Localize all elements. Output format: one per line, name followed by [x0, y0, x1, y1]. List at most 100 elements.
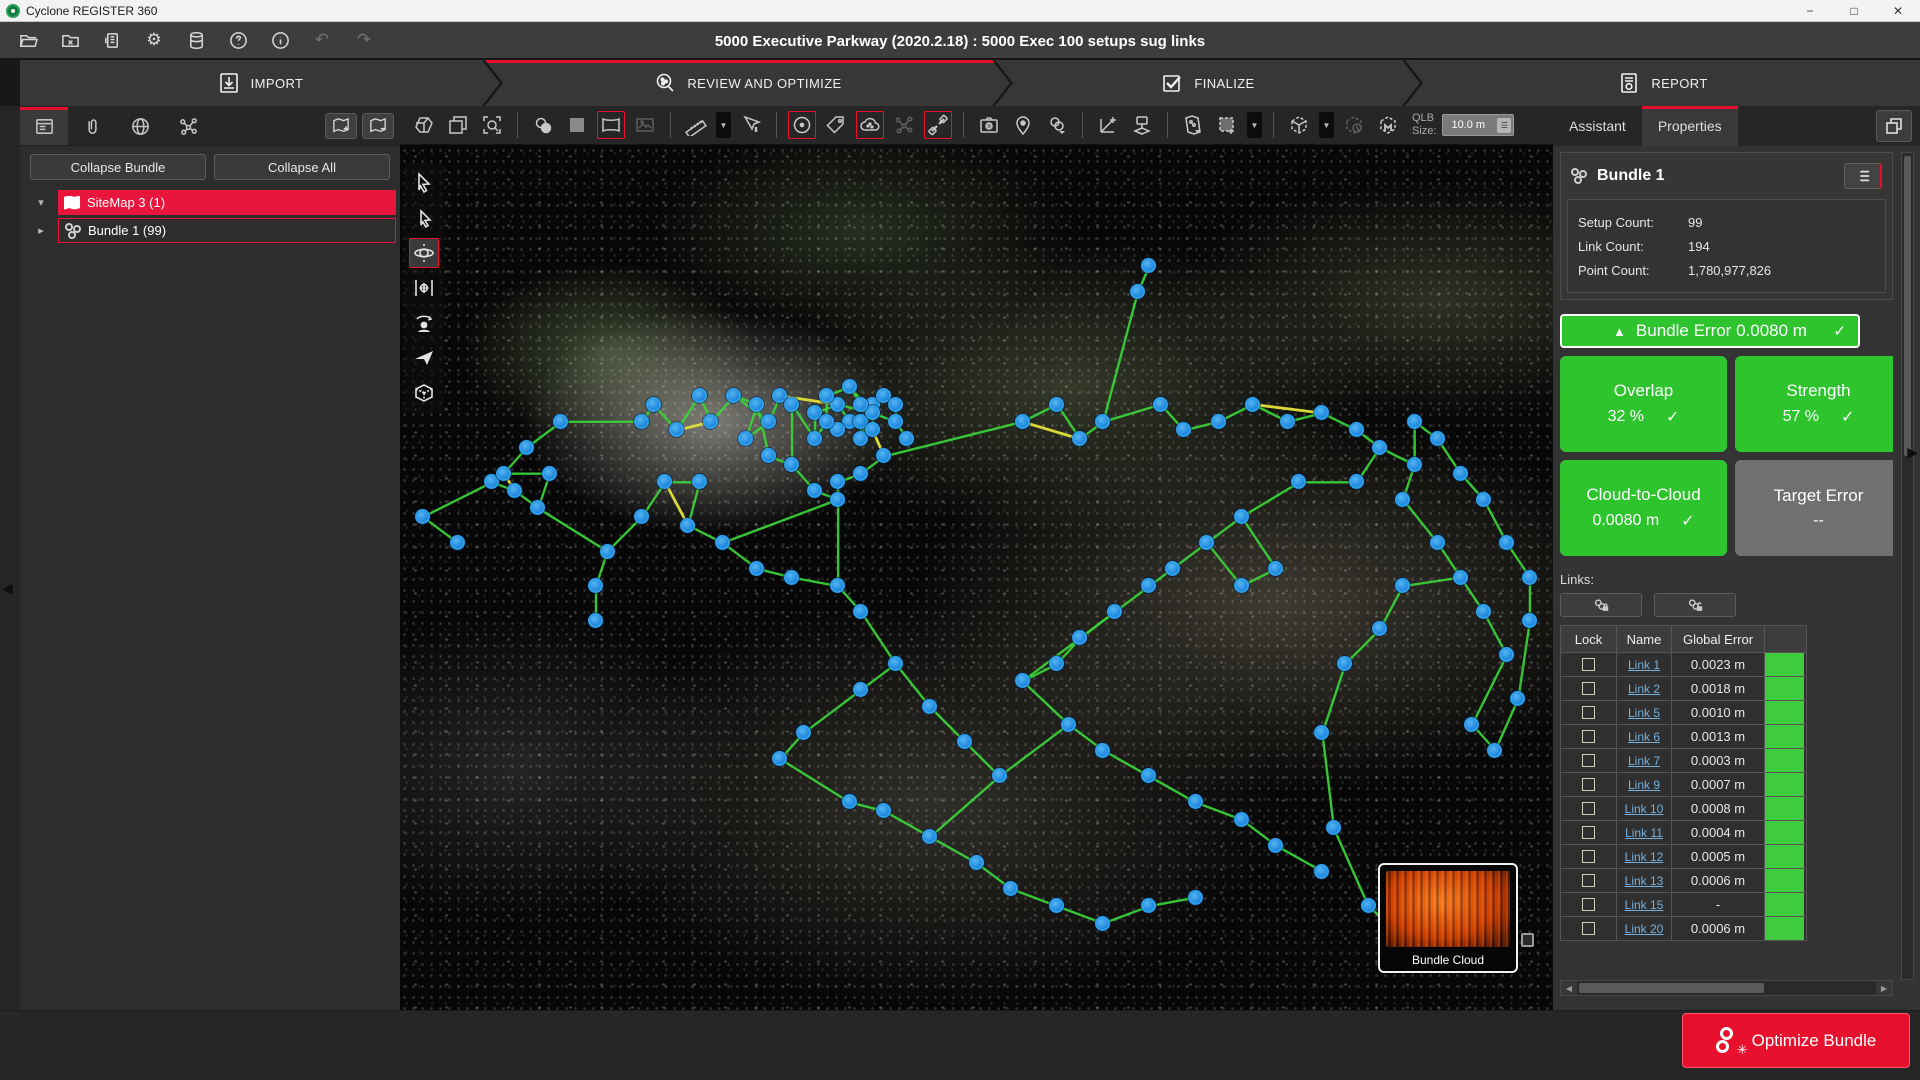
setup-node[interactable] — [1280, 414, 1295, 429]
setup-node[interactable] — [519, 440, 534, 455]
setup-node[interactable] — [1072, 630, 1087, 645]
bundle-list-button[interactable] — [1844, 163, 1882, 189]
setup-node[interactable] — [830, 474, 845, 489]
bundle-filter-icon[interactable] — [1043, 111, 1071, 139]
setup-node[interactable] — [1407, 457, 1422, 472]
setup-node[interactable] — [1407, 414, 1422, 429]
setup-node[interactable] — [761, 448, 776, 463]
measure-icon[interactable] — [682, 111, 710, 139]
setup-node[interactable] — [1003, 881, 1018, 896]
scroll-right-arrow[interactable]: ▶ — [1876, 981, 1892, 995]
open-project-icon[interactable] — [18, 30, 38, 50]
setup-node[interactable] — [1049, 397, 1064, 412]
setup-node[interactable] — [1061, 717, 1076, 732]
link-name[interactable]: Link 2 — [1628, 682, 1660, 696]
links-visibility-icon[interactable] — [924, 111, 952, 139]
setup-node[interactable] — [1234, 509, 1249, 524]
setup-node[interactable] — [969, 855, 984, 870]
lock-checkbox[interactable] — [1582, 706, 1595, 719]
setup-node[interactable] — [657, 474, 672, 489]
setup-node[interactable] — [680, 518, 695, 533]
lock-checkbox[interactable] — [1582, 874, 1595, 887]
horizontal-scrollbar[interactable]: ◀ ▶ — [1560, 980, 1893, 996]
setup-node[interactable] — [749, 561, 764, 576]
view-cube-tool-icon[interactable] — [409, 378, 439, 408]
setup-node[interactable] — [888, 397, 903, 412]
setup-node[interactable] — [542, 466, 557, 481]
setup-node[interactable] — [853, 604, 868, 619]
tree-item-bundle[interactable]: ▸ Bundle 1 (99) — [24, 218, 396, 243]
optimize-bundle-button[interactable]: ✳ Optimize Bundle — [1682, 1013, 1910, 1068]
storage-icon[interactable] — [186, 30, 206, 50]
plane-view-icon[interactable] — [563, 111, 591, 139]
fit-bounds-icon[interactable] — [1128, 111, 1156, 139]
help-icon[interactable] — [228, 30, 248, 50]
setup-node[interactable] — [1165, 561, 1180, 576]
link-name[interactable]: Link 10 — [1625, 802, 1664, 816]
setup-node[interactable] — [726, 388, 741, 403]
setup-node[interactable] — [600, 544, 615, 559]
setup-node[interactable] — [507, 483, 522, 498]
setup-node[interactable] — [1141, 578, 1156, 593]
link-name[interactable]: Link 13 — [1625, 874, 1664, 888]
setups-visibility-icon[interactable] — [788, 111, 816, 139]
setup-node[interactable] — [1095, 743, 1110, 758]
setup-node[interactable] — [1430, 535, 1445, 550]
limit-box-icon[interactable] — [1285, 111, 1313, 139]
info-icon[interactable] — [270, 30, 290, 50]
split-view-icon[interactable] — [444, 111, 472, 139]
setup-node[interactable] — [1095, 916, 1110, 931]
setup-node[interactable] — [1499, 535, 1514, 550]
setup-node[interactable] — [1476, 492, 1491, 507]
setup-node[interactable] — [415, 509, 430, 524]
graph-visibility-icon[interactable] — [890, 111, 918, 139]
limit-box-dropdown[interactable]: ▼ — [1319, 112, 1334, 138]
tab-geotags[interactable] — [116, 107, 164, 145]
setup-node[interactable] — [1015, 673, 1030, 688]
setup-node[interactable] — [1176, 422, 1191, 437]
tab-assistant[interactable]: Assistant — [1553, 106, 1642, 146]
setup-node[interactable] — [738, 431, 753, 446]
lock-checkbox[interactable] — [1582, 898, 1595, 911]
lock-checkbox[interactable] — [1582, 802, 1595, 815]
setup-node[interactable] — [588, 578, 603, 593]
probe-cursor-icon[interactable] — [737, 111, 765, 139]
panel-layout-button[interactable] — [1876, 110, 1912, 142]
setup-node[interactable] — [853, 682, 868, 697]
geotag-pin-icon[interactable] — [1009, 111, 1037, 139]
setup-node[interactable] — [1072, 431, 1087, 446]
setup-node[interactable] — [784, 570, 799, 585]
setup-node[interactable] — [1107, 604, 1122, 619]
setup-node[interactable] — [1245, 397, 1260, 412]
expand-caret-icon[interactable]: ▾ — [24, 196, 58, 209]
zoom-extents-icon[interactable] — [478, 111, 506, 139]
add-coordinate-icon[interactable] — [1094, 111, 1122, 139]
setup-node[interactable] — [830, 578, 845, 593]
link-name[interactable]: Link 5 — [1628, 706, 1660, 720]
panorama-view-icon[interactable] — [597, 111, 625, 139]
setup-node[interactable] — [646, 397, 661, 412]
setup-node[interactable] — [703, 414, 718, 429]
setup-node[interactable] — [784, 397, 799, 412]
setup-node[interactable] — [692, 474, 707, 489]
remove-sitemap-button[interactable] — [362, 113, 394, 139]
setup-node[interactable] — [796, 725, 811, 740]
limit-box-manager-icon[interactable] — [1374, 111, 1402, 139]
setup-node[interactable] — [1141, 898, 1156, 913]
tab-review-and-optimize[interactable]: REVIEW AND OPTIMIZE — [485, 60, 1010, 106]
link-name[interactable]: Link 12 — [1625, 850, 1664, 864]
setup-node[interactable] — [1314, 725, 1329, 740]
scroll-thumb[interactable] — [1904, 156, 1911, 456]
selection-dropdown[interactable]: ▼ — [1247, 112, 1262, 138]
tab-finalize[interactable]: FINALIZE — [995, 60, 1420, 106]
constrained-orbit-tool-icon[interactable] — [409, 273, 439, 303]
link-name[interactable]: Link 6 — [1628, 730, 1660, 744]
setup-node[interactable] — [1015, 414, 1030, 429]
settings-gear-icon[interactable]: ⚙ — [144, 30, 164, 50]
setup-node[interactable] — [1049, 898, 1064, 913]
setup-node[interactable] — [1153, 397, 1168, 412]
collapse-left-panel-handle[interactable]: ◀ — [2, 580, 13, 597]
lock-checkbox[interactable] — [1582, 850, 1595, 863]
tab-properties[interactable]: Properties — [1642, 106, 1738, 146]
close-button[interactable]: ✕ — [1876, 0, 1920, 21]
